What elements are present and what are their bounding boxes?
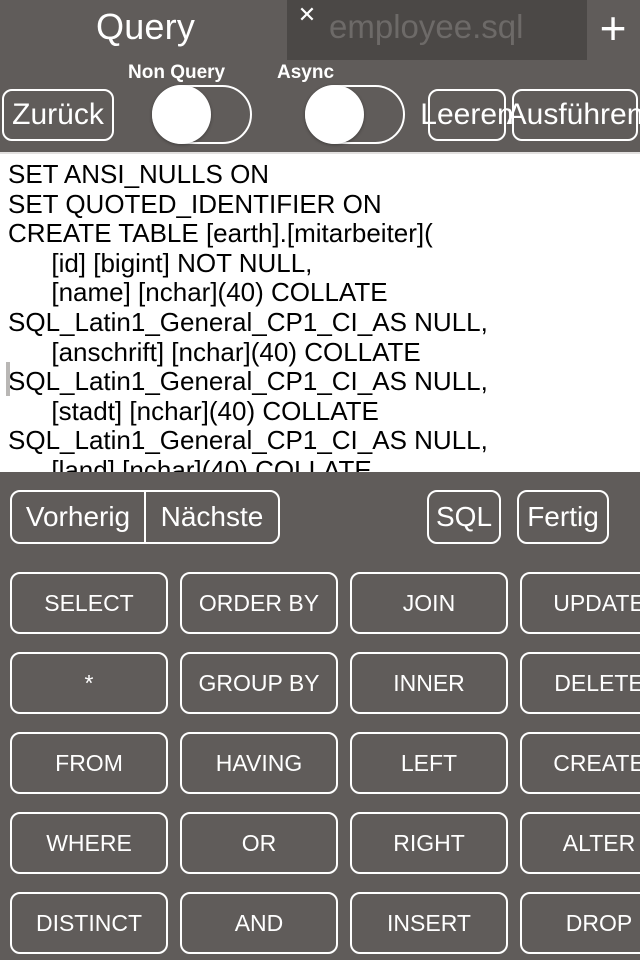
sql-editor[interactable]: SET ANSI_NULLS ON SET QUOTED_IDENTIFIER … [0,152,640,472]
close-icon[interactable]: ✕ [295,2,319,28]
non-query-switch[interactable] [152,85,252,144]
toolbar: Non Query Async Zurück Leeren Ausführen [0,62,640,152]
top-bar: Query ✕ employee.sql + [0,0,640,62]
sql-mode-button[interactable]: SQL [427,490,501,544]
sql-keyword-grid: SELECT ORDER BY JOIN UPDATE * GROUP BY I… [0,568,640,960]
key-alter[interactable]: ALTER [520,812,640,874]
previous-button[interactable]: Vorherig [12,492,144,542]
clear-button[interactable]: Leeren [420,89,514,141]
async-switch-knob [305,85,364,144]
key-group-by[interactable]: GROUP BY [180,652,338,714]
keyboard-row: * GROUP BY INNER DELETE [0,648,640,728]
key-order-by[interactable]: ORDER BY [180,572,338,634]
sql-keyboard: Vorherig Nächste SQL Fertig SELECT ORDER… [0,472,640,960]
file-tab-employee-sql[interactable]: ✕ employee.sql [287,0,587,60]
done-button[interactable]: Fertig [517,490,609,544]
plus-icon[interactable]: + [592,5,634,52]
query-editor-screen: Query ✕ employee.sql + Non Query Async Z… [0,0,640,960]
non-query-switch-knob [152,85,211,144]
key-right[interactable]: RIGHT [350,812,508,874]
back-button[interactable]: Zurück [2,89,114,141]
async-switch-label: Async [277,62,335,83]
key-from[interactable]: FROM [10,732,168,794]
non-query-switch-label: Non Query [128,62,226,83]
key-distinct[interactable]: DISTINCT [10,892,168,954]
key-insert[interactable]: INSERT [350,892,508,954]
key-asterisk[interactable]: * [10,652,168,714]
key-inner[interactable]: INNER [350,652,508,714]
keyboard-row: WHERE OR RIGHT ALTER [0,808,640,888]
keyboard-row: DISTINCT AND INSERT DROP [0,888,640,960]
key-having[interactable]: HAVING [180,732,338,794]
key-or[interactable]: OR [180,812,338,874]
key-left[interactable]: LEFT [350,732,508,794]
editor-top-rule [0,152,640,154]
page-title: Query [96,6,196,47]
key-where[interactable]: WHERE [10,812,168,874]
next-button[interactable]: Nächste [144,492,278,542]
key-delete[interactable]: DELETE [520,652,640,714]
run-button[interactable]: Ausführen [507,89,640,141]
key-and[interactable]: AND [180,892,338,954]
prev-next-segmented-control[interactable]: Vorherig Nächste [10,490,280,544]
keyboard-accessory-bar: Vorherig Nächste SQL Fertig [0,472,640,544]
key-drop[interactable]: DROP [520,892,640,954]
sql-editor-content[interactable]: SET ANSI_NULLS ON SET QUOTED_IDENTIFIER … [8,159,640,472]
key-select[interactable]: SELECT [10,572,168,634]
file-tab-label: employee.sql [329,8,524,45]
text-caret [6,362,10,396]
keyboard-row: SELECT ORDER BY JOIN UPDATE [0,568,640,648]
key-create[interactable]: CREATE [520,732,640,794]
keyboard-row: FROM HAVING LEFT CREATE [0,728,640,808]
key-join[interactable]: JOIN [350,572,508,634]
async-switch[interactable] [305,85,405,144]
key-update[interactable]: UPDATE [520,572,640,634]
